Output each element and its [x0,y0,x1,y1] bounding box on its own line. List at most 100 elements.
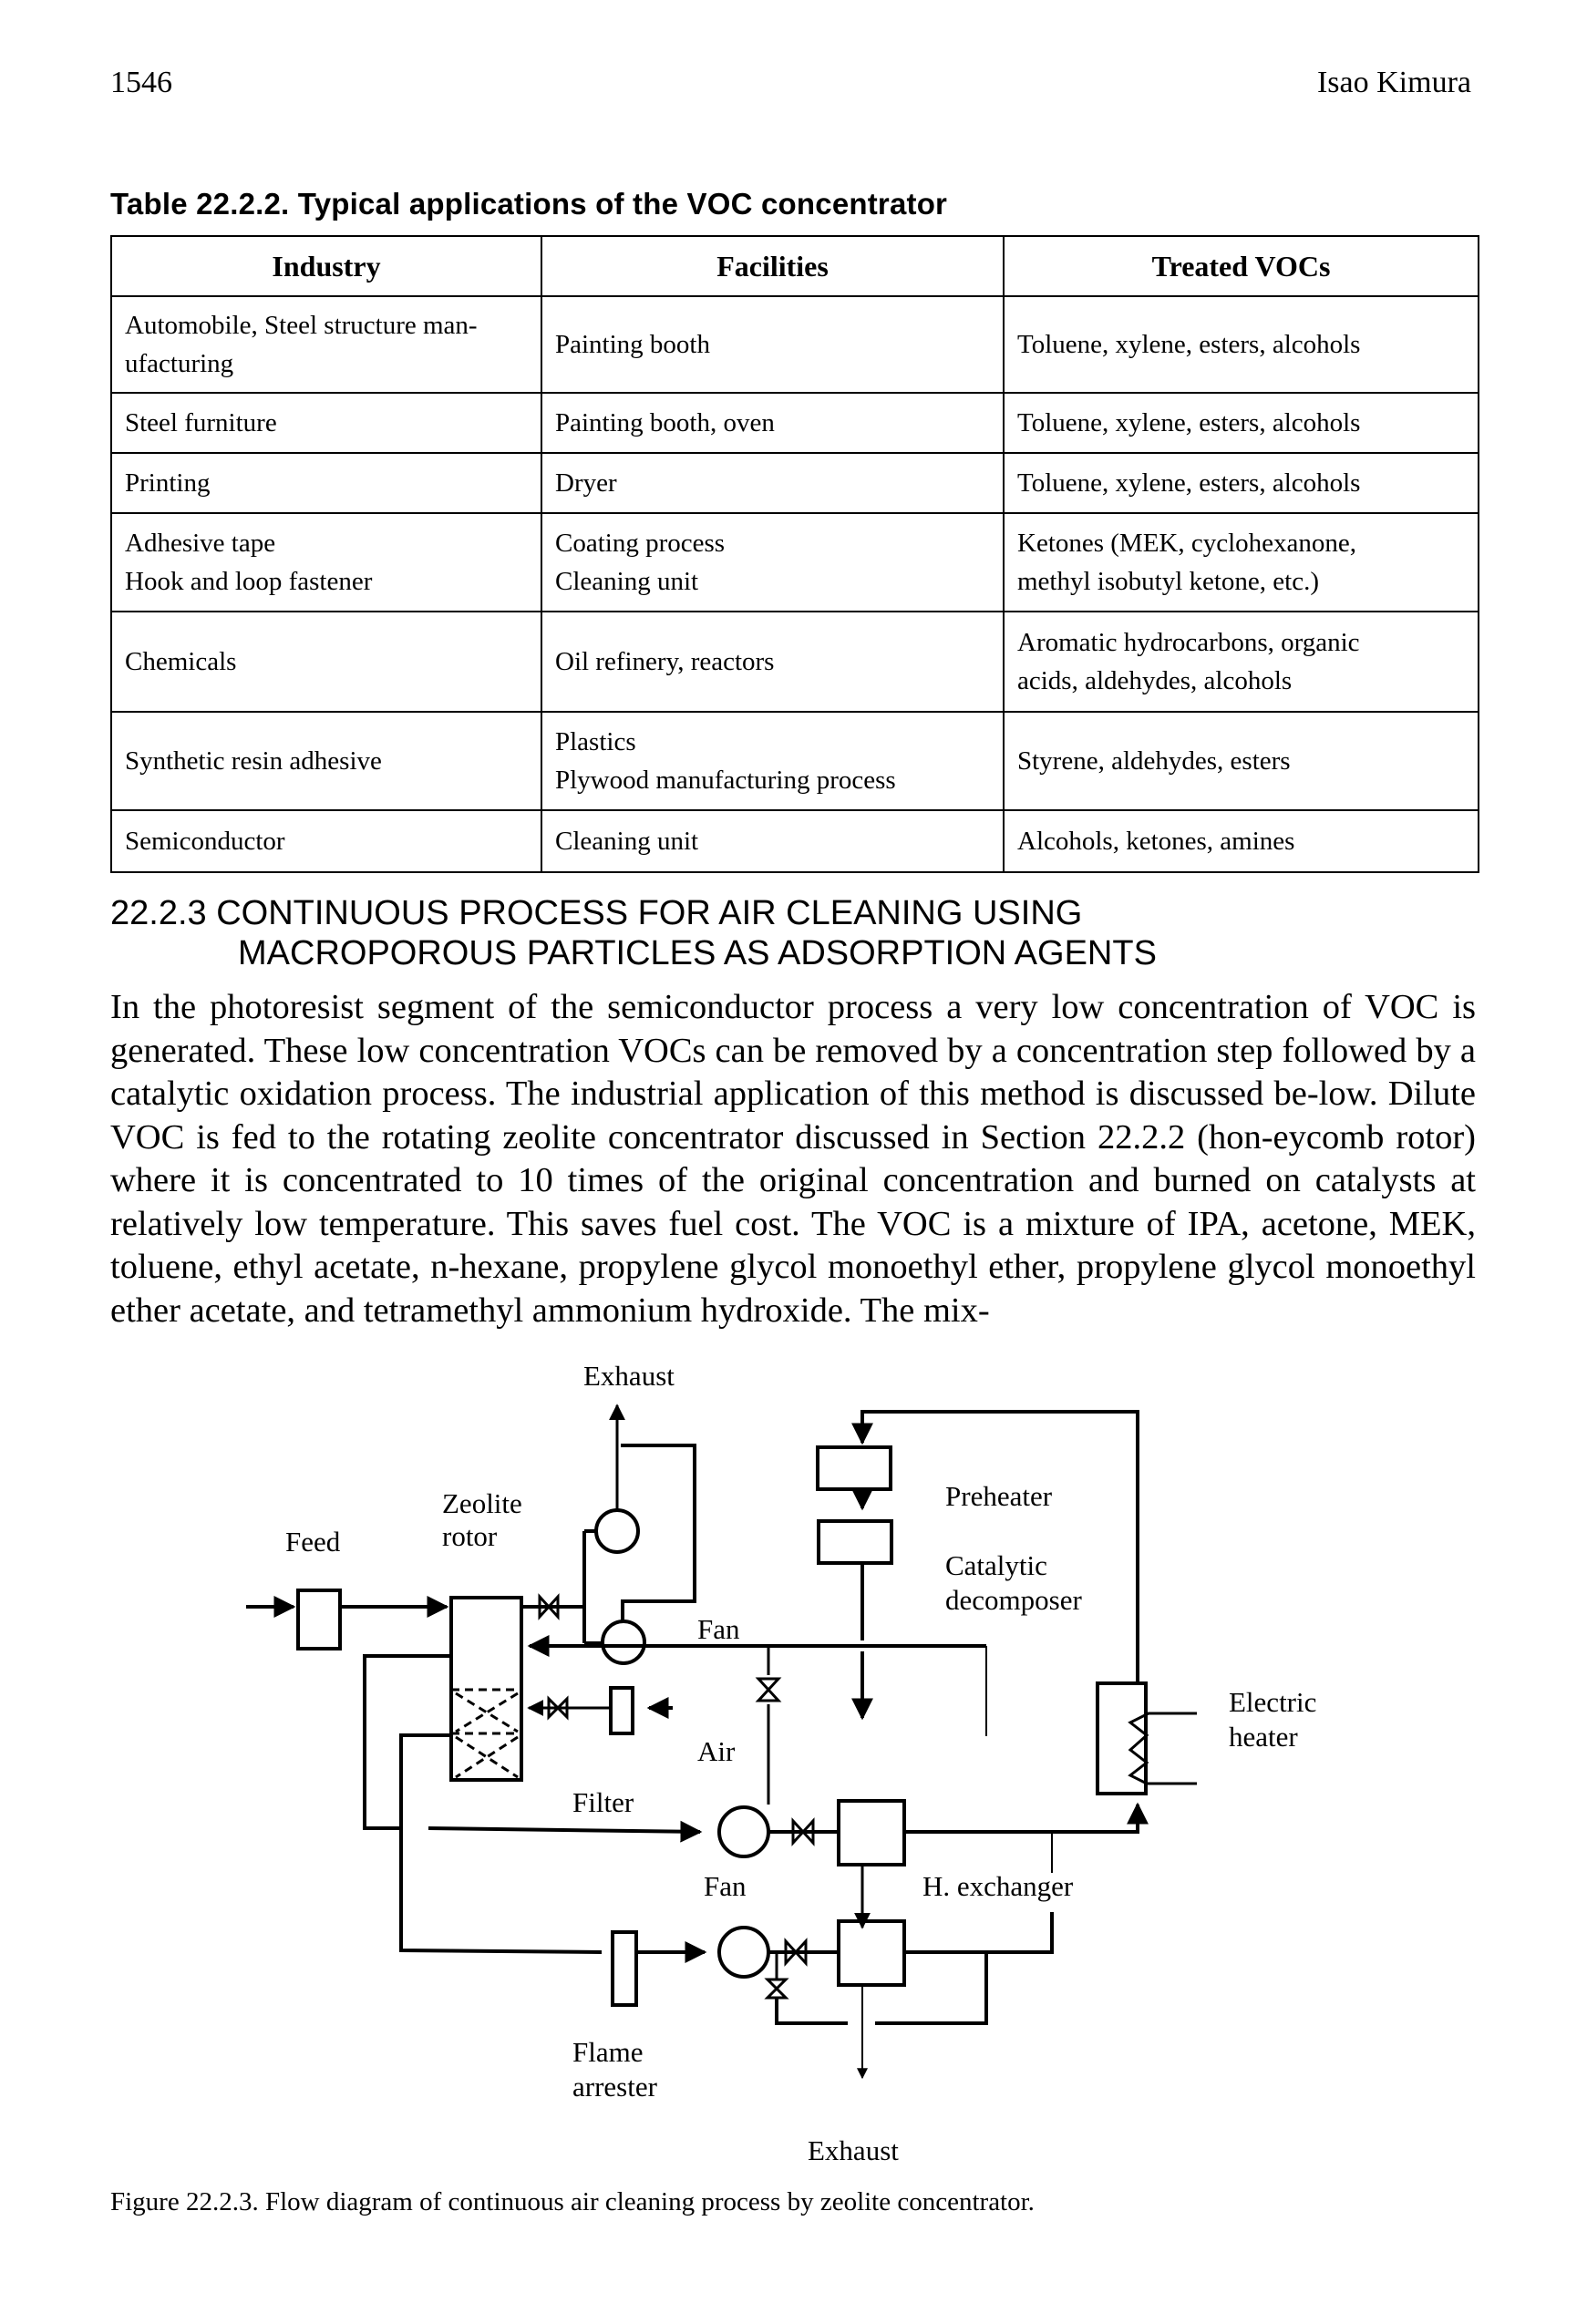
cell-industry: Automobile, Steel structure man-ufacturi… [110,295,542,394]
cell-text-line: Painting booth, oven [555,408,775,437]
cell-text-line: Steel furniture [125,408,277,437]
body-paragraph: In the photoresist segment of the semico… [110,988,1476,1330]
table-row: Semiconductor Cleaning unit Alcohols, keto… [110,809,1479,873]
hx-to-heater-line [904,1802,1149,1834]
cell-text-line: Synthetic resin adhesive [125,746,382,776]
section-heading-line-2: MACROPOROUS PARTICLES AS ADSORPTION AGEN… [238,934,1157,972]
heater-coil-icon [1128,1712,1197,1785]
page-number: 1546 [110,66,172,99]
label-h-exchanger: H. exchanger [922,1870,1074,1902]
label-fan-top: Fan [697,1613,740,1645]
section-heading-line-1: 22.2.3 CONTINUOUS PROCESS FOR AIR CLEANI… [110,894,1083,932]
fan-upper-icon [594,1508,640,1554]
cell-facilities: Oil refinery, reactors [541,611,1005,713]
cell-text-line: methyl isobutyl ketone, etc.) [1017,567,1320,596]
cell-text-line: Plywood manufacturing process [555,766,896,795]
label-flame-line2: arrester [572,2071,658,2103]
cell-text-line: Automobile, Steel structure man- [125,311,478,340]
label-feed: Feed [285,1526,341,1558]
cell-industry: Synthetic resin adhesive [110,711,542,811]
cell-facilities: Cleaning unit [541,809,1005,873]
rotor-cooling-outlet [363,1654,451,1830]
cell-treated-vocs: Ketones (MEK, cyclohexanone, methyl isobu… [1003,512,1479,612]
flame-arrester-box [611,1930,638,2007]
label-zeolite-line2: rotor [442,1520,498,1552]
cell-treated-vocs: Aromatic hydrocarbons, organic acids, ald… [1003,611,1479,713]
label-fan-middle: Fan [704,1870,747,1902]
cell-text-line: Plastics [555,727,636,756]
electric-heater-box [1096,1681,1148,1795]
fan-middle-icon [717,1805,770,1858]
column-header-industry: Industry [110,235,542,297]
bypass-valve-icon [764,1978,789,2000]
heat-exchanger-upper-box [837,1799,906,1866]
cell-treated-vocs: Alcohols, ketones, amines [1003,809,1479,873]
fan-bottom-icon [717,1926,770,1979]
cell-text-line: ufacturing [125,349,234,378]
label-preheater: Preheater [945,1480,1053,1512]
cell-text-line: Aromatic hydrocarbons, organic [1017,628,1360,657]
feed-box [296,1589,342,1650]
cell-treated-vocs: Toluene, xylene, esters, alcohols [1003,392,1479,454]
column-header-treated-vocs: Treated VOCs [1003,235,1479,297]
cell-text-line: Alcohols, ketones, amines [1017,827,1295,856]
table-row: Automobile, Steel structure man-ufacturi… [110,295,1479,394]
cell-treated-vocs: Styrene, aldehydes, esters [1003,711,1479,811]
preheater-box [816,1445,892,1491]
label-catalytic-line2: decomposer [945,1584,1082,1616]
bypass-loop-line [775,1998,848,2025]
label-flame-line1: Flame [572,2036,644,2068]
running-head-author: Isao Kimura [1316,66,1471,99]
cell-text-line: Printing [125,468,211,498]
cell-text-line: Painting booth [555,330,710,359]
label-exhaust-top: Exhaust [583,1360,675,1392]
cell-text-line: Cleaning unit [555,827,699,856]
cell-text-line: Styrene, aldehydes, esters [1017,746,1291,776]
table-caption: Table 22.2.2. Typical applications of th… [110,187,948,221]
cell-text-line: Semiconductor [125,827,285,856]
hx-lower-outlet [904,1912,1054,1954]
label-catalytic-line1: Catalytic [945,1549,1047,1581]
cell-text-line: Toluene, xylene, esters, alcohols [1017,468,1361,498]
cell-text-line: Oil refinery, reactors [555,647,775,676]
air-filter-box [609,1686,634,1735]
recycle-top-line [851,1410,1139,1681]
cell-treated-vocs: Toluene, xylene, esters, alcohols [1003,295,1479,394]
air-valve-icon [755,1677,782,1702]
table-row: Printing Dryer Toluene, xylene, esters, al… [110,452,1479,514]
cell-industry: Steel furniture [110,392,542,454]
label-filter: Filter [572,1786,634,1818]
catalytic-decomposer-box [817,1519,893,1565]
cell-industry: Adhesive tape Hook and loop fastener [110,512,542,612]
table-row: Synthetic resin adhesive Plastics Plywood … [110,711,1479,811]
section-heading: 22.2.3 CONTINUOUS PROCESS FOR AIR CLEANI… [110,893,1157,973]
flow-diagram: Exhaust Zeolite rotor Feed Fan Preheater… [246,1360,1316,2166]
cell-text-line: Coating process [555,529,726,558]
cell-text-line: acids, aldehydes, alcohols [1017,666,1293,695]
cell-industry: Semiconductor [110,809,542,873]
cell-facilities: Plastics Plywood manufacturing process [541,711,1005,811]
column-header-facilities: Facilities [541,235,1005,297]
cell-facilities: Painting booth [541,295,1005,394]
cell-text-line: Chemicals [125,647,237,676]
cell-facilities: Coating process Cleaning unit [541,512,1005,612]
label-electric-line2: heater [1229,1721,1298,1753]
cell-industry: Printing [110,452,542,514]
voc-applications-table: Industry Facilities Treated VOCs Automob… [110,235,1479,873]
table-row: Chemicals Oil refinery, reactors Aromatic … [110,611,1479,713]
cell-text-line: Cleaning unit [555,567,699,596]
cell-facilities: Painting booth, oven [541,392,1005,454]
fan-bypass-line [621,1444,696,1620]
cell-industry: Chemicals [110,611,542,713]
label-air: Air [697,1735,736,1767]
table-row: Adhesive tape Hook and loop fastener Coati… [110,512,1479,612]
figure-caption: Figure 22.2.3. Flow diagram of continuou… [110,2187,1035,2216]
heat-exchanger-lower-box [837,1919,906,1987]
cell-treated-vocs: Toluene, xylene, esters, alcohols [1003,452,1479,514]
label-exhaust-bottom: Exhaust [808,2134,899,2166]
cooling-to-fan-line [428,1820,703,1843]
label-electric-line1: Electric [1229,1686,1316,1718]
label-zeolite-line1: Zeolite [442,1487,522,1519]
rotor-adsorption-zone [451,1688,521,1779]
fan-lower-icon [601,1620,646,1665]
